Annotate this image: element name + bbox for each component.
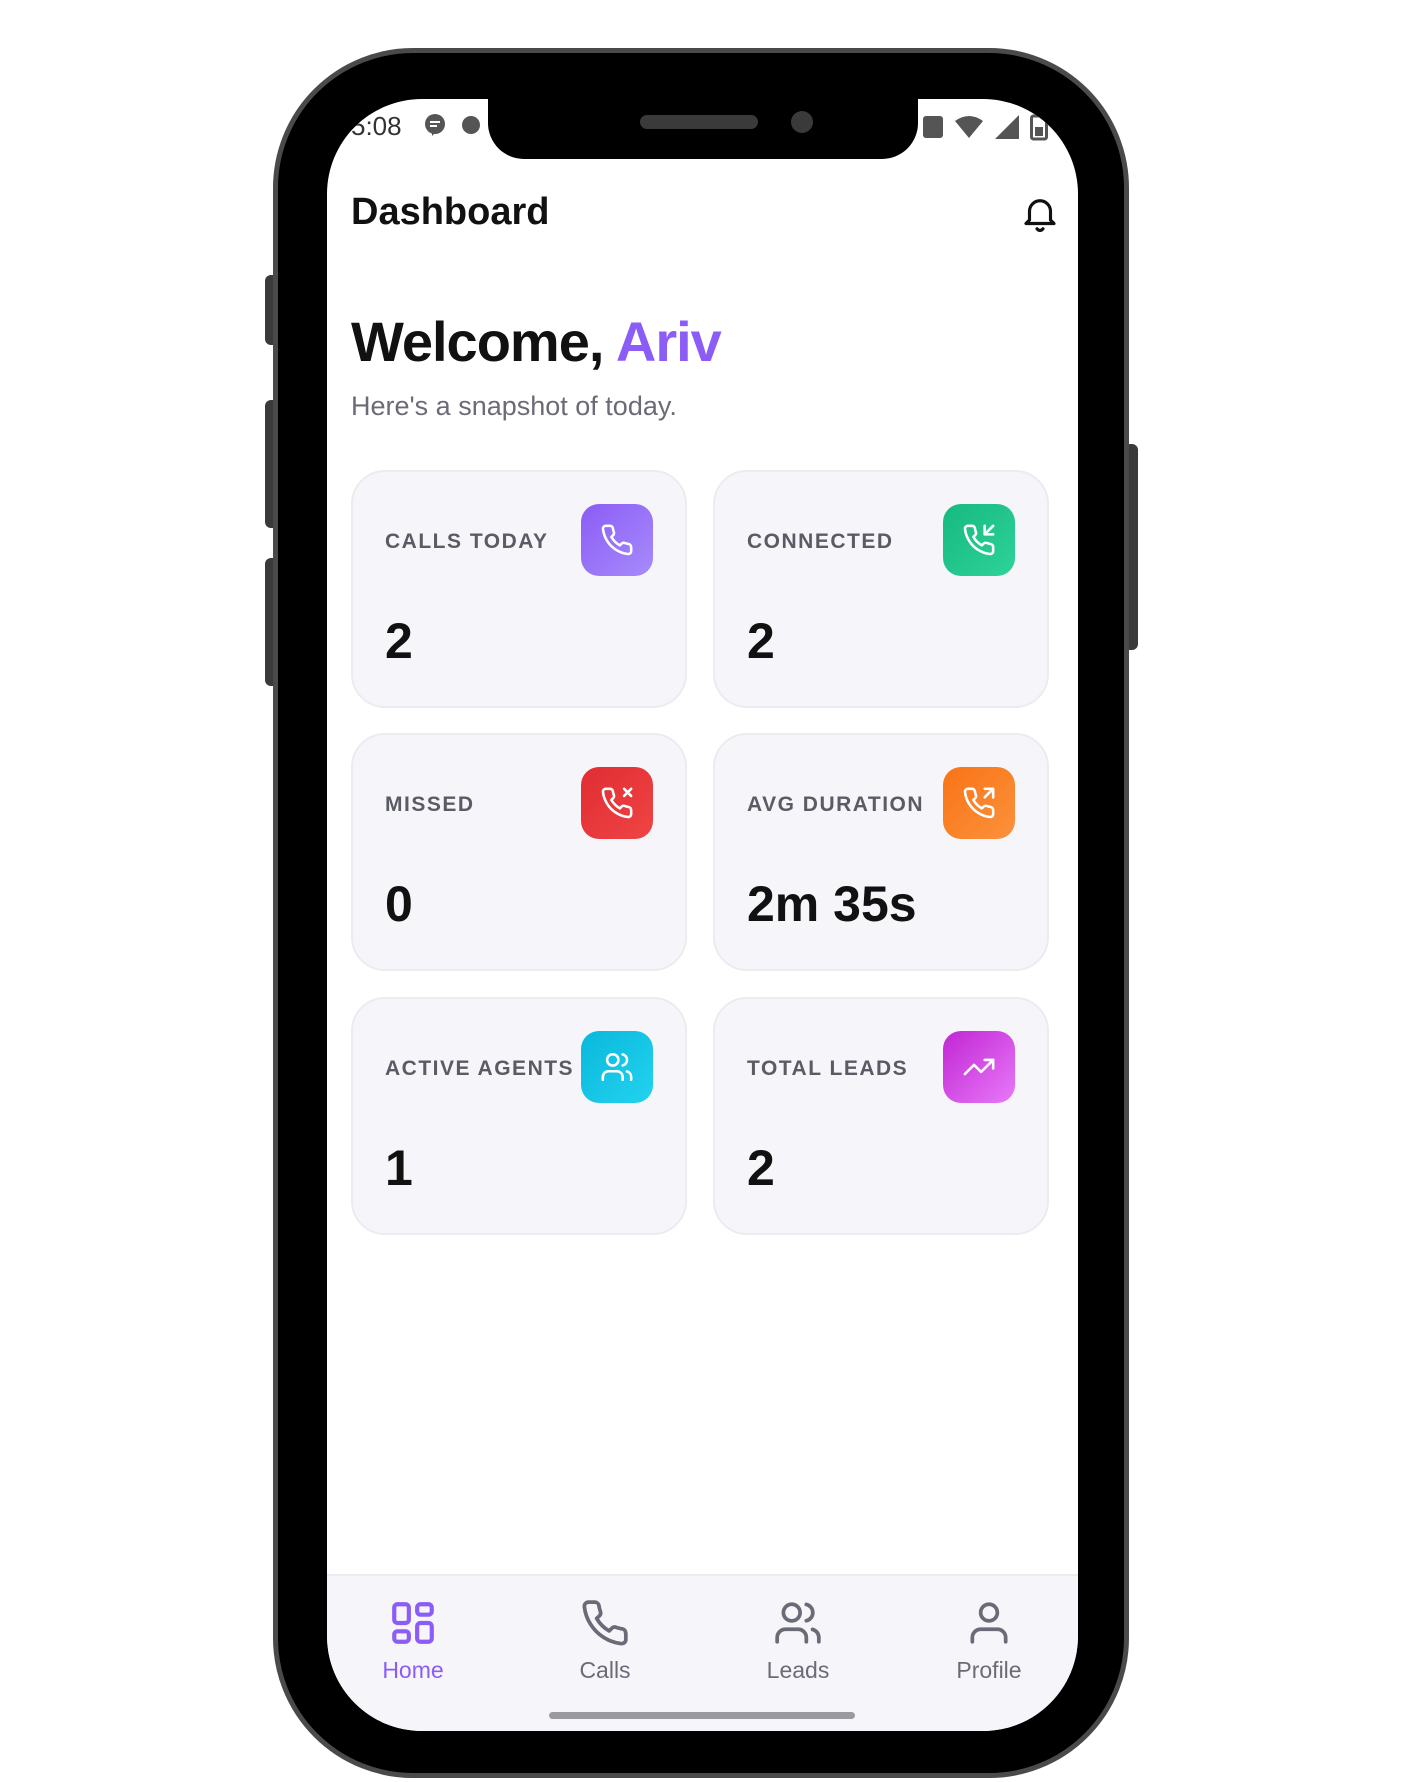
stat-value: 2 <box>385 613 413 669</box>
nav-label: Calls <box>579 1657 631 1683</box>
stat-card-avg-duration[interactable]: AVG DURATION 2m 35s <box>713 733 1049 971</box>
bell-icon[interactable] <box>1019 191 1061 235</box>
phone-icon <box>580 1600 630 1652</box>
nav-item-profile[interactable]: Profile <box>914 1598 1064 1684</box>
wifi-calling-icon <box>922 114 944 145</box>
phone-missed-icon <box>581 767 653 839</box>
speaker-grille <box>640 115 758 129</box>
dot-notification-icon <box>461 115 481 140</box>
welcome-heading: Welcome, Ariv <box>351 309 722 374</box>
trending-up-icon <box>943 1031 1015 1103</box>
phone-incoming-icon <box>943 504 1015 576</box>
stat-value: 1 <box>385 1140 413 1196</box>
camera-icon <box>791 111 813 133</box>
status-right-icons <box>922 113 1048 146</box>
nav-label: Home <box>382 1657 444 1683</box>
nav-label: Leads <box>766 1657 830 1683</box>
battery-icon <box>1030 113 1048 146</box>
nav-item-calls[interactable]: Calls <box>530 1598 680 1684</box>
stat-card-active-agents[interactable]: ACTIVE AGENTS 1 <box>351 997 687 1235</box>
users-icon <box>773 1602 823 1652</box>
nav-item-leads[interactable]: Leads <box>723 1598 873 1684</box>
stat-value: 2 <box>747 1140 775 1196</box>
welcome-user-name: Ariv <box>615 310 722 373</box>
welcome-subtitle: Here's a snapshot of today. <box>351 391 677 421</box>
phone-notch <box>488 99 918 159</box>
nav-item-home[interactable]: Home <box>338 1598 488 1684</box>
stat-card-calls-today[interactable]: CALLS TODAY 2 <box>351 470 687 708</box>
stat-label: CALLS TODAY <box>385 530 549 553</box>
welcome-greeting: Welcome, <box>351 310 604 373</box>
stat-value: 0 <box>385 876 413 932</box>
nav-label: Profile <box>956 1657 1022 1683</box>
stat-label: AVG DURATION <box>747 793 925 816</box>
stat-label: ACTIVE AGENTS <box>385 1057 575 1080</box>
stat-label: CONNECTED <box>747 530 894 553</box>
phone-icon <box>581 504 653 576</box>
stat-value: 2m 35s <box>747 876 917 932</box>
stat-card-total-leads[interactable]: TOTAL LEADS 2 <box>713 997 1049 1235</box>
bottom-nav: Home Calls Leads Profile <box>327 1574 1078 1731</box>
phone-outgoing-icon <box>943 767 1015 839</box>
stat-label: MISSED <box>385 793 475 816</box>
status-time: 5:08 <box>351 111 402 141</box>
status-left-icons <box>423 113 481 142</box>
stat-card-missed[interactable]: MISSED 0 <box>351 733 687 971</box>
stat-card-connected[interactable]: CONNECTED 2 <box>713 470 1049 708</box>
page-title: Dashboard <box>351 191 550 233</box>
wifi-icon <box>954 115 984 144</box>
app-screen: 5:08 Dashboard Welcome, Ariv Here's a sn… <box>327 99 1078 1731</box>
stat-label: TOTAL LEADS <box>747 1057 909 1080</box>
message-notification-icon <box>423 113 447 142</box>
grid-icon <box>388 1602 438 1652</box>
users-icon <box>581 1031 653 1103</box>
stat-value: 2 <box>747 613 775 669</box>
user-icon <box>964 1602 1014 1652</box>
cellular-signal-icon <box>994 114 1020 145</box>
home-indicator[interactable] <box>549 1712 855 1719</box>
